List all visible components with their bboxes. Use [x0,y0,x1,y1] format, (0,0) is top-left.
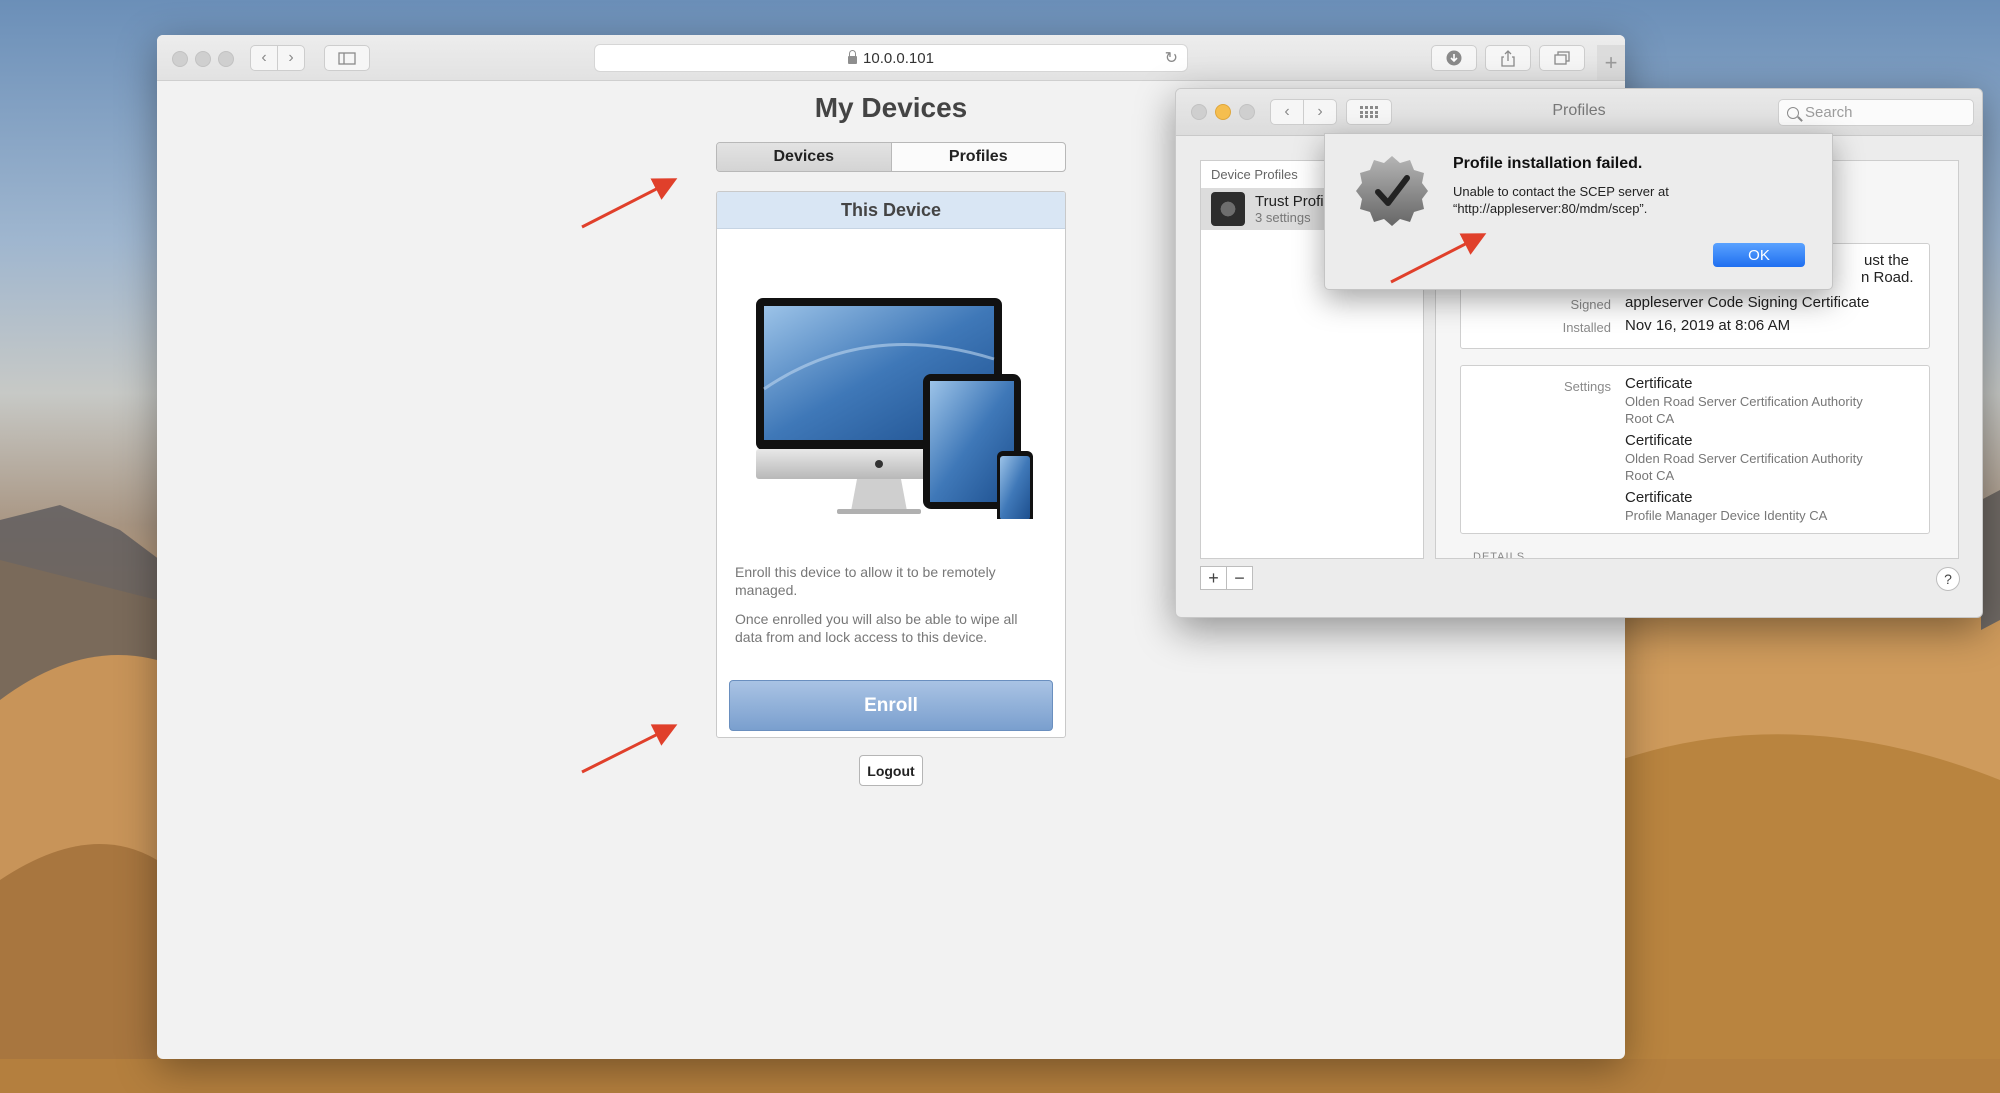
search-icon [1787,106,1799,119]
profile-settings-count: 3 settings [1255,210,1311,225]
settings-gear-icon [1211,192,1245,226]
profiles-toolbar: ‹ › Profiles Search [1176,89,1982,136]
back-button[interactable]: ‹ [250,45,278,71]
lock-icon [848,50,858,64]
tabs-icon [1554,51,1570,65]
setting-subtitle: Olden Road Server Certification Authorit… [1625,394,1863,409]
this-device-card: This Device Enroll this device to allow … [716,191,1066,738]
setting-subtitle: Root CA [1625,468,1675,483]
setting-title: Certificate [1625,489,1693,506]
details-section-fragment: DETAILS [1473,551,1526,559]
verified-badge-icon [1356,156,1428,226]
installation-failed-alert: Profile installation failed. Unable to c… [1324,133,1833,290]
ok-button[interactable]: OK [1713,243,1805,267]
share-icon [1501,49,1515,67]
devices-illustration [756,298,1033,519]
new-tab-button[interactable]: + [1597,45,1625,80]
tab-devices[interactable]: Devices [717,143,892,171]
zoom-window-button[interactable] [218,51,234,67]
chevron-right-icon: › [288,49,294,66]
minimize-window-button[interactable] [195,51,211,67]
wipe-description: Once enrolled you will also be able to w… [735,611,1018,645]
reload-icon[interactable]: ↻ [1165,48,1178,68]
search-placeholder: Search [1805,104,1853,121]
settings-box: Settings Certificate Olden Road Server C… [1460,365,1930,534]
chevron-left-icon: ‹ [261,49,267,66]
description-fragment-1: ust the [1864,252,1910,269]
downloads-button[interactable] [1431,45,1477,71]
enroll-description: Enroll this device to allow it to be rem… [735,564,996,598]
plus-icon: + [1604,49,1618,75]
add-profile-button[interactable]: + [1201,567,1227,589]
settings-label: Settings [1564,379,1611,394]
add-remove-buttons: + − [1200,566,1253,590]
enroll-button[interactable]: Enroll [729,680,1053,731]
tab-profiles[interactable]: Profiles [892,143,1066,171]
setting-subtitle: Olden Road Server Certification Authorit… [1625,451,1863,466]
alert-message: Unable to contact the SCEP server at “ht… [1453,184,1669,216]
forward-button[interactable]: › [277,45,305,71]
setting-title: Certificate [1625,375,1693,392]
setting-subtitle: Profile Manager Device Identity CA [1625,508,1828,523]
download-icon [1446,50,1462,66]
alert-title: Profile installation failed. [1453,155,1643,172]
profile-name: Trust Profi [1255,193,1324,210]
url-text: 10.0.0.101 [863,49,934,67]
signed-value: appleserver Code Signing Certificate [1625,294,1870,311]
sidebar-icon [338,51,356,65]
card-heading: This Device [717,192,1065,229]
description-fragment-2: n Road. [1861,269,1914,286]
setting-title: Certificate [1625,432,1693,449]
logout-button[interactable]: Logout [859,755,923,786]
installed-label: Installed [1562,320,1611,335]
remove-profile-button[interactable]: − [1227,567,1252,589]
sidebar-toggle-button[interactable] [324,45,370,71]
search-field[interactable]: Search [1778,99,1974,126]
tab-overview-button[interactable] [1539,45,1585,71]
installed-value: Nov 16, 2019 at 8:06 AM [1625,317,1791,334]
setting-subtitle: Root CA [1625,411,1675,426]
safari-toolbar: ‹ › 10.0.0.101 ↻ + [157,35,1625,81]
signed-label: Signed [1570,297,1611,312]
close-window-button[interactable] [172,51,188,67]
help-button[interactable]: ? [1936,567,1960,591]
address-bar[interactable]: 10.0.0.101 ↻ [594,44,1188,72]
share-button[interactable] [1485,45,1531,71]
tab-bar: Devices Profiles [716,142,1066,172]
